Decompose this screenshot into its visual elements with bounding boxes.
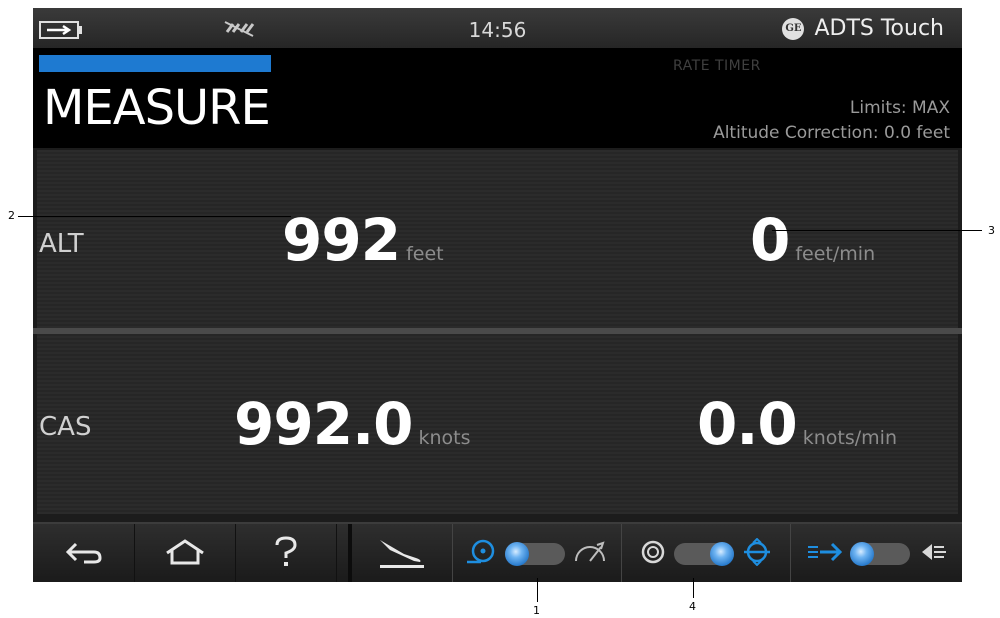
ge-logo-icon: GE bbox=[782, 17, 805, 40]
callout-3: 3 bbox=[988, 224, 995, 237]
gauge-rate-icon bbox=[573, 539, 607, 569]
measurement-panel-alt[interactable]: ALT 992 feet 0 feet/min bbox=[37, 150, 958, 328]
status-bar: 14:56 GE ADTS Touch bbox=[33, 8, 962, 48]
alt-unit: feet bbox=[406, 243, 444, 265]
app-name: ADTS Touch bbox=[814, 16, 944, 41]
callout-4: 4 bbox=[689, 600, 696, 613]
aircraft-landing-icon bbox=[376, 534, 428, 574]
toggle-knob bbox=[850, 542, 874, 566]
limits-text: Limits: MAX bbox=[849, 98, 950, 118]
measurement-value: 992.0 knots bbox=[234, 390, 471, 458]
page-title: MEASURE bbox=[43, 80, 271, 136]
toggle-aircraft-direction[interactable] bbox=[790, 524, 962, 582]
measurement-label: ALT bbox=[39, 229, 84, 259]
toggle-track bbox=[674, 542, 734, 566]
callout-line-1 bbox=[537, 578, 538, 602]
alt-rate-unit: feet/min bbox=[795, 243, 876, 265]
cas-unit: knots bbox=[418, 427, 471, 449]
callout-line-4 bbox=[693, 578, 694, 598]
back-button[interactable] bbox=[33, 524, 135, 582]
toggle-leak-rate[interactable] bbox=[452, 524, 621, 582]
brand: GE ADTS Touch bbox=[782, 16, 944, 41]
header-info: Limits: MAX Altitude Correction: 0.0 fee… bbox=[713, 96, 950, 146]
control-icon bbox=[742, 537, 772, 570]
toggle-knob bbox=[505, 542, 529, 566]
alt-rate-value: 0 bbox=[750, 206, 790, 274]
help-icon bbox=[271, 535, 301, 573]
callout-line-3 bbox=[772, 230, 982, 231]
progress-fill bbox=[39, 55, 271, 72]
altitude-correction-text: Altitude Correction: 0.0 feet bbox=[713, 123, 950, 143]
toggle-gauge-control[interactable] bbox=[621, 524, 790, 582]
callout-line-2 bbox=[18, 216, 291, 217]
progress-bar bbox=[39, 55, 503, 72]
home-icon bbox=[163, 537, 207, 571]
rate-timer-label: RATE TIMER bbox=[673, 58, 761, 74]
cas-rate-value: 0.0 bbox=[697, 390, 798, 458]
callout-2: 2 bbox=[8, 209, 15, 222]
device-screen: 14:56 GE ADTS Touch RATE TIMER MEASURE L… bbox=[33, 8, 962, 582]
leak-test-icon bbox=[467, 538, 497, 570]
back-icon bbox=[64, 538, 104, 570]
measurement-label: CAS bbox=[39, 412, 92, 442]
aircraft-reverse-icon bbox=[918, 540, 948, 568]
measurement-panel-cas[interactable]: CAS 992.0 knots 0.0 knots/min bbox=[37, 334, 958, 514]
help-button[interactable] bbox=[235, 524, 337, 582]
cas-rate-unit: knots/min bbox=[802, 427, 897, 449]
bottom-toolbar bbox=[33, 522, 962, 582]
gauge-icon bbox=[640, 539, 666, 569]
aircraft-landing-button[interactable] bbox=[348, 524, 453, 582]
home-button[interactable] bbox=[134, 524, 236, 582]
toggle-track bbox=[850, 542, 910, 566]
rate-value: 0.0 knots/min bbox=[697, 390, 897, 458]
measurement-value: 992 feet bbox=[282, 206, 444, 274]
toggle-knob bbox=[710, 542, 734, 566]
callout-1: 1 bbox=[533, 604, 540, 617]
aircraft-forward-icon bbox=[806, 540, 843, 568]
rate-value: 0 feet/min bbox=[750, 206, 875, 274]
alt-value: 992 bbox=[282, 206, 401, 274]
toggle-track bbox=[505, 542, 565, 566]
cas-value: 992.0 bbox=[234, 390, 413, 458]
